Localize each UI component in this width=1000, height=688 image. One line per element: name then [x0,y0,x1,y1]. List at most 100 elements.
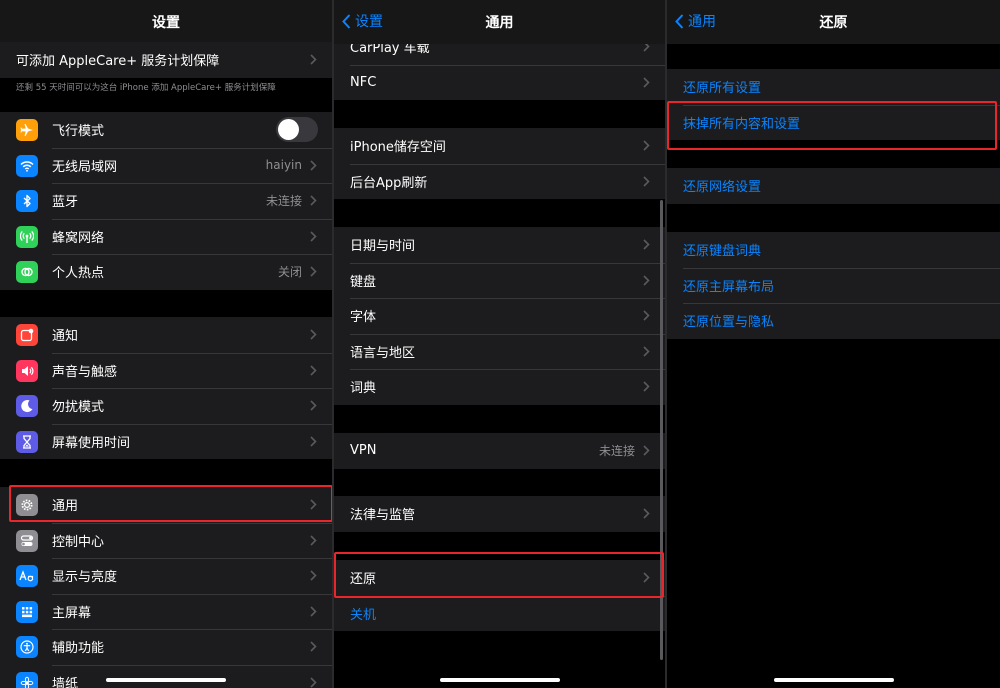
hotspot-icon [16,261,38,283]
chevron-right-icon [643,274,650,286]
reset-option-label: 还原网络设置 [683,180,762,196]
connectivity-group: 飞行模式 无线局域网 haiyin 蓝牙 未连接 蜂窝网络 个人热点 关闭 [0,112,332,290]
settings-row-control-center[interactable]: 控制中心 [0,522,332,559]
general-row-keyboard[interactable]: 键盘 [334,262,665,299]
reset-location-privacy-button[interactable]: 还原位置与隐私 [667,303,1000,339]
chevron-right-icon [310,534,317,546]
general-row-background-refresh[interactable]: 后台App刷新 [334,163,665,200]
chevron-right-icon [310,230,317,242]
general-row-label: 键盘 [350,274,377,290]
general-row-label: NFC [350,74,377,90]
settings-row-wallpaper[interactable]: 墙纸 [0,664,332,688]
applecare-label: 可添加 AppleCare+ 服务计划保障 [16,54,220,70]
general-row-iphone-storage[interactable]: iPhone储存空间 [334,128,665,164]
reset-option-label: 还原位置与隐私 [683,315,775,331]
general-group-vpn: VPN 未连接 [334,433,665,469]
general-row-label: 语言与地区 [350,345,416,361]
accessibility-icon [16,636,38,658]
settings-row-airplane-mode: 飞行模式 [0,112,332,148]
reset-network-settings-button[interactable]: 还原网络设置 [667,168,1000,204]
chevron-right-icon [643,140,650,151]
reset-screen: 通用 还原 还原所有设置 抹掉所有内容和设置 还原网络设置 还原键盘词典 还原主… [667,0,1000,688]
control-center-icon [16,529,38,552]
chevron-right-icon [310,54,317,65]
chevron-right-icon [310,266,317,277]
moon-icon [16,395,38,417]
home-indicator [773,678,894,682]
reset-group-3: 还原键盘词典 还原主屏幕布局 还原位置与隐私 [667,232,1000,339]
settings-row-hotspot[interactable]: 个人热点 关闭 [0,254,332,290]
general-row-nfc[interactable]: NFC [334,64,665,101]
general-row-dictionary[interactable]: 词典 [334,369,665,405]
airplane-mode-toggle[interactable] [276,117,318,142]
settings-row-label: 屏幕使用时间 [52,435,131,451]
chevron-right-icon [643,508,650,519]
hotspot-status-value: 关闭 [277,265,302,280]
settings-row-label: 蓝牙 [52,195,79,211]
general-row-highlight [9,485,332,522]
shutdown-label: 关机 [350,607,377,623]
general-group-2: iPhone储存空间 后台App刷新 [334,128,665,199]
reset-keyboard-dictionary-button[interactable]: 还原键盘词典 [667,232,1000,268]
chevron-right-icon [643,239,650,250]
general-row-fonts[interactable]: 字体 [334,298,665,334]
speaker-icon [16,359,38,382]
settings-row-do-not-disturb[interactable]: 勿扰模式 [0,388,332,424]
settings-row-label: 控制中心 [52,534,105,550]
general-group-3: 日期与时间 键盘 字体 语言与地区 词典 [334,227,665,405]
general-navbar: 设置 通用 [334,0,665,44]
reset-option-label: 还原主屏幕布局 [683,279,775,295]
general-row-label: iPhone储存空间 [350,140,446,156]
settings-row-screen-time[interactable]: 屏幕使用时间 [0,423,332,460]
chevron-right-icon [643,310,650,321]
general-row-label: 词典 [350,381,377,397]
settings-row-accessibility[interactable]: 辅助功能 [0,629,332,665]
general-group-legal: 法律与监管 [334,496,665,532]
settings-row-label: 主屏幕 [52,605,92,621]
erase-row-highlight [667,101,997,150]
settings-navbar: 设置 [0,0,332,44]
chevron-right-icon [643,175,650,187]
general-row-shutdown[interactable]: 关机 [334,595,665,632]
general-row-label: 字体 [350,310,377,326]
chevron-right-icon [643,76,650,88]
page-title: 还原 [819,15,848,31]
reset-row-highlight [334,552,664,598]
settings-row-label: 辅助功能 [52,641,105,657]
home-indicator [439,678,560,682]
reset-home-screen-layout-button[interactable]: 还原主屏幕布局 [667,267,1000,304]
settings-row-label: 墙纸 [52,676,79,688]
reset-navbar: 通用 还原 [667,0,1000,44]
chevron-right-icon [310,159,317,171]
reset-option-label: 还原所有设置 [683,81,762,97]
toggle-knob [278,119,299,140]
applecare-note: 还剩 55 天时间可以为这台 iPhone 添加 AppleCare+ 服务计划… [16,83,276,93]
chevron-right-icon [643,345,650,357]
chevron-right-icon [310,329,317,340]
settings-row-cellular[interactable]: 蜂窝网络 [0,218,332,255]
settings-row-notifications[interactable]: 通知 [0,317,332,353]
settings-row-sounds[interactable]: 声音与触感 [0,352,332,389]
settings-row-wifi[interactable]: 无线局域网 haiyin [0,147,332,184]
general-screen: CarPlay 车载 NFC 设置 通用 iPhone储存空间 后台App刷新 … [334,0,665,688]
applecare-row[interactable]: 可添加 AppleCare+ 服务计划保障 [0,42,332,78]
general-row-language-region[interactable]: 语言与地区 [334,333,665,370]
chevron-right-icon [643,445,650,456]
settings-screen: 设置 可添加 AppleCare+ 服务计划保障 还剩 55 天时间可以为这台 … [0,0,332,688]
general-row-date-time[interactable]: 日期与时间 [334,227,665,263]
settings-row-label: 声音与触感 [52,364,118,380]
reset-all-settings-button[interactable]: 还原所有设置 [667,69,1000,105]
general-row-label: VPN [350,443,377,459]
settings-row-label: 勿扰模式 [52,400,105,416]
airplane-icon [16,119,38,141]
settings-row-home-screen[interactable]: 主屏幕 [0,593,332,630]
general-row-label: 法律与监管 [350,508,416,524]
general-row-vpn[interactable]: VPN 未连接 [334,433,665,469]
general-row-legal[interactable]: 法律与监管 [334,496,665,532]
settings-row-bluetooth[interactable]: 蓝牙 未连接 [0,183,332,219]
settings-row-display[interactable]: 显示与亮度 [0,558,332,594]
chevron-right-icon [310,641,317,652]
display-brightness-icon [16,565,38,587]
bluetooth-icon [16,190,38,212]
chevron-right-icon [310,605,317,617]
